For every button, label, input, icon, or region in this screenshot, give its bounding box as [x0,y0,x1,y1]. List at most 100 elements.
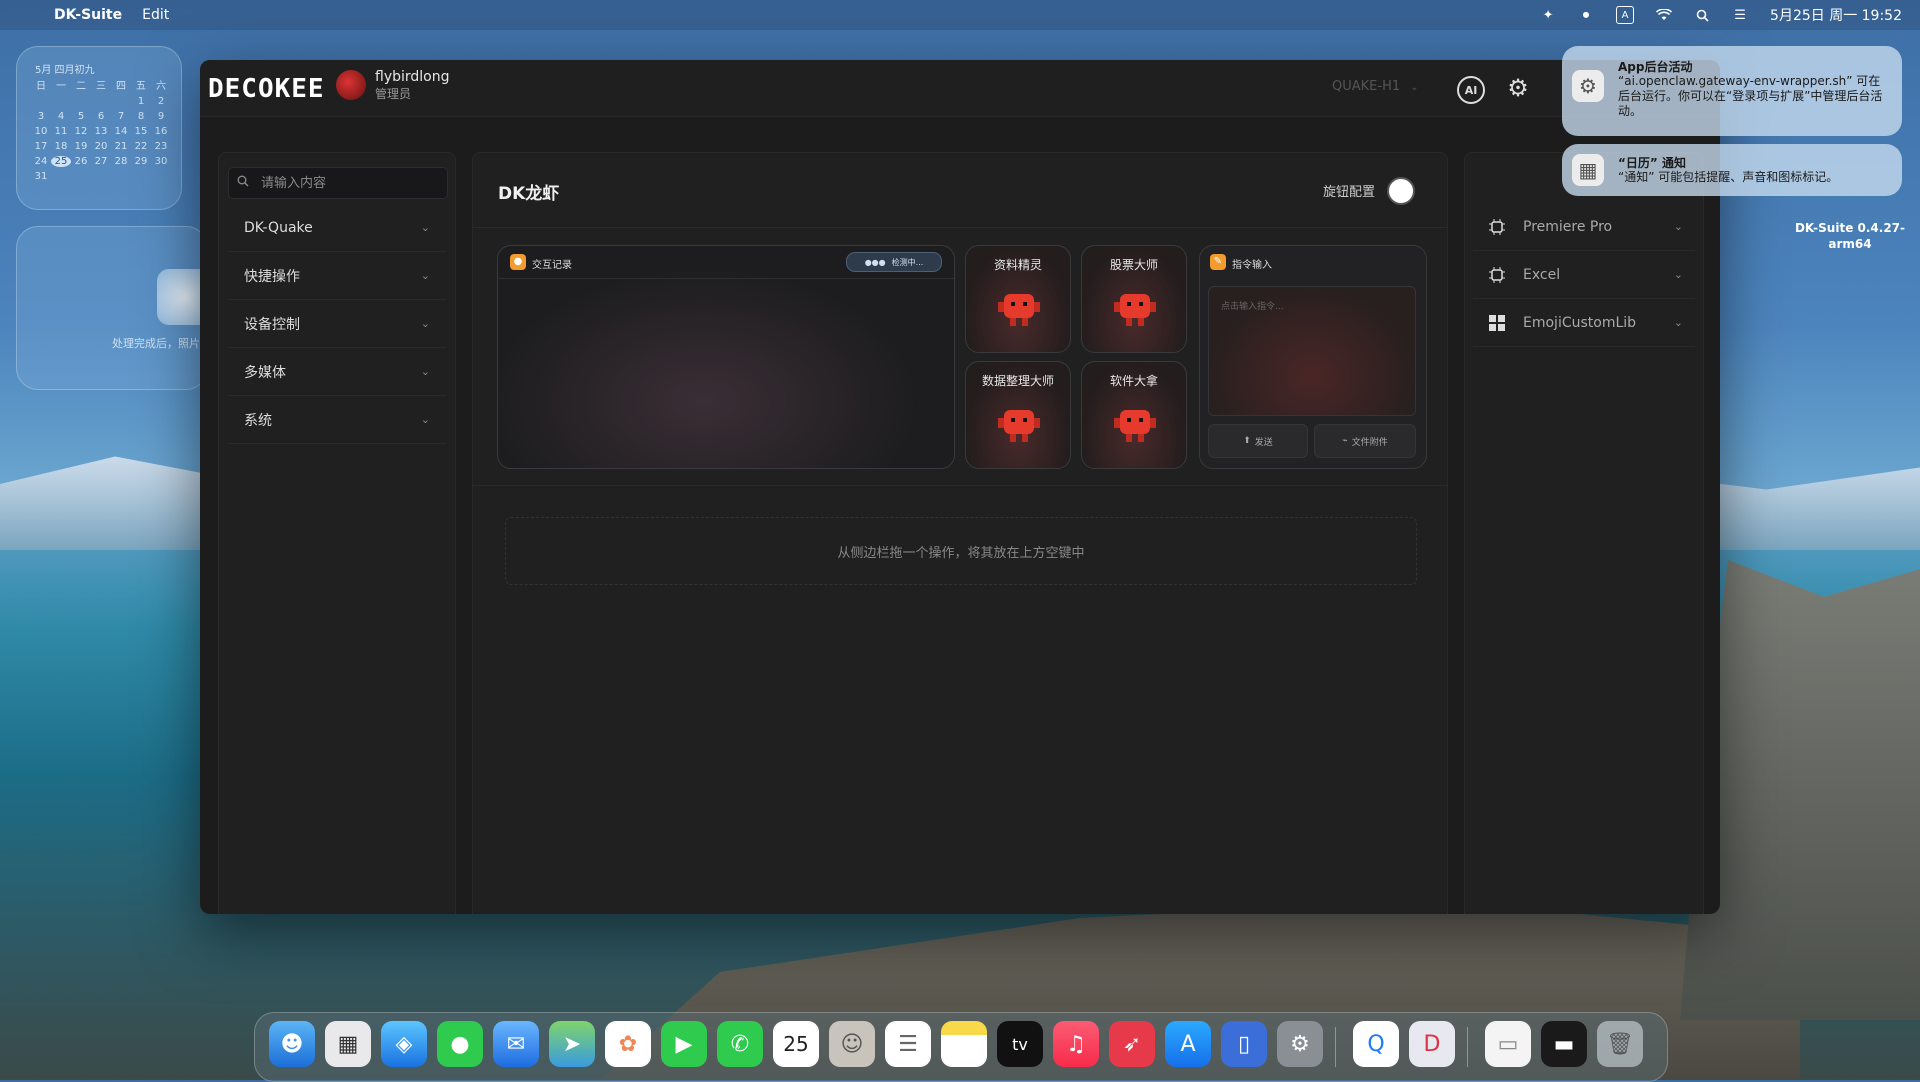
notification-calendar[interactable]: ▦ “日历” 通知 “通知” 可能包括提醒、声音和图标标记。 [1562,144,1902,196]
calendar-widget[interactable]: 5月 四月初九 日一二三四五六 1 2 3 4 5 6 7 8 9 10 11 12 13 14 15 16 17… [16,46,182,210]
calendar-weekday: 一 [56,81,66,92]
calendar-day: 9 [157,111,165,122]
device-selector[interactable]: QUAKE-H1 ⌄ [1332,79,1419,94]
sidebar-item-shortcuts[interactable]: 快捷操作 ⌄ [228,252,446,300]
app-item-excel[interactable]: Excel ⌄ [1473,251,1695,299]
calendar-day: 12 [74,126,88,137]
robot-icon [998,290,1040,328]
app-item-emojicustomlib[interactable]: EmojiCustomLib ⌄ [1473,299,1695,347]
iphone-mirroring-icon[interactable]: ▯ [1221,1021,1267,1067]
command-input-title: 指令输入 [1232,260,1272,271]
knob-config-button[interactable] [1387,177,1415,205]
dots-icon: ●●● [864,257,886,267]
key-slot-data-sprite[interactable]: 资料精灵 [965,245,1071,353]
notification-background-activity[interactable]: ⚙ App后台活动 “ai.openclaw.gateway-env-wrapp… [1562,46,1902,136]
calendar-day: 20 [94,141,108,152]
notification-body: “ai.openclaw.gateway-env-wrapper.sh” 可在后… [1618,74,1883,118]
notes-icon[interactable] [941,1021,987,1067]
calendar-day [31,96,51,107]
key-slot-stock-master[interactable]: 股票大师 [1081,245,1187,353]
search-input[interactable] [259,174,443,192]
key-slot-software-expert[interactable]: 软件大拿 [1081,361,1187,469]
notification-body: “通知” 可能包括提醒、声音和图标标记。 [1618,170,1839,184]
chevron-down-icon: ⌄ [420,413,430,426]
dk-suite-status-icon[interactable]: ✦ [1540,7,1556,23]
sidebar-item-dk-quake[interactable]: DK-Quake ⌄ [228,204,446,252]
rocket-icon[interactable]: ➶ [1109,1021,1155,1067]
sidebar-item-system[interactable]: 系统 ⌄ [228,396,446,444]
calendar-day: 19 [74,141,88,152]
main-panel: DK龙虾 旋钮配置 ● 交互记录 ●●● 检测中... 资料精灵 股票大师 数据… [472,152,1448,914]
decokee-logo: DECOKEE [208,74,325,104]
avatar[interactable] [336,70,366,100]
attach-file-button[interactable]: ⌁ 文件附件 [1314,424,1416,458]
menu-app-name[interactable]: DK-Suite [54,7,122,23]
ai-button[interactable]: AI [1457,76,1485,104]
system-settings-icon[interactable]: ⚙ [1277,1021,1323,1067]
dock-separator [1335,1027,1336,1067]
calendar-day: 31 [34,171,48,182]
photo-widget-text: 处理完成后，照片 [112,337,200,350]
launchpad-icon[interactable]: ▦ [325,1021,371,1067]
user-role: 管理员 [375,87,412,101]
photo-widget[interactable]: 处理完成后，照片 [16,226,213,390]
maps-icon[interactable]: ➤ [549,1021,595,1067]
drop-zone[interactable]: 从侧边栏拖一个操作，将其放在上方空键中 [505,517,1417,585]
safari-icon[interactable]: ◈ [381,1021,427,1067]
left-sidebar: DK-Quake ⌄ 快捷操作 ⌄ 设备控制 ⌄ 多媒体 ⌄ 系统 ⌄ [218,152,456,914]
record-icon[interactable]: ⏺ [1578,7,1594,23]
facetime-icon[interactable]: ▶ [661,1021,707,1067]
send-button[interactable]: ⬆ 发送 [1208,424,1308,458]
reminders-icon[interactable]: ☰ [885,1021,931,1067]
calendar-icon[interactable]: 25 [773,1021,819,1067]
status-badge-text: 检测中... [891,257,924,267]
chip-icon [1487,265,1507,285]
calendar-weekday: 六 [156,81,166,92]
sidebar-item-multimedia[interactable]: 多媒体 ⌄ [228,348,446,396]
chevron-down-icon: ⌄ [420,221,430,234]
calendar-day: 7 [117,111,125,122]
calendar-day: 1 [137,96,145,107]
calendar-day: 18 [54,141,68,152]
messages-icon[interactable]: ● [437,1021,483,1067]
mail-icon[interactable]: ✉ [493,1021,539,1067]
chevron-down-icon: ⌄ [1673,220,1683,233]
calendar-day: 27 [94,156,108,167]
command-input-field[interactable]: 点击输入指令... [1208,286,1416,416]
chevron-down-icon: ⌄ [1410,82,1419,93]
music-icon[interactable]: ♫ [1053,1021,1099,1067]
calendar-day: 14 [114,126,128,137]
dk-suite-icon[interactable]: D [1409,1021,1455,1067]
quickq-icon[interactable]: Q [1353,1021,1399,1067]
trash-icon[interactable]: 🗑 [1597,1021,1643,1067]
calendar-day: 13 [94,126,108,137]
app-item-label: Excel [1523,266,1561,283]
gear-icon: ⚙ [1572,70,1604,102]
wifi-icon[interactable] [1656,7,1673,23]
right-panel: Premiere Pro ⌄ Excel ⌄ EmojiCustomLib ⌄ [1464,152,1704,914]
key-slot-data-organizer[interactable]: 数据整理大师 [965,361,1071,469]
document-icon[interactable]: ▭ [1485,1021,1531,1067]
terminal-icon[interactable]: ▬ [1541,1021,1587,1067]
chevron-down-icon: ⌄ [420,317,430,330]
menu-edit[interactable]: Edit [142,7,169,23]
spotlight-search-icon[interactable] [1694,7,1710,23]
finder-icon[interactable]: ☻ [269,1021,315,1067]
gear-icon[interactable]: ⚙ [1504,74,1532,102]
input-source-icon[interactable]: A [1616,6,1635,24]
sidebar-item-device-control[interactable]: 设备控制 ⌄ [228,300,446,348]
tv-icon[interactable]: tv [997,1021,1043,1067]
menu-bar-clock[interactable]: 5月25日 周一 19:52 [1770,5,1902,25]
interaction-log-title: 交互记录 [532,260,572,271]
search-icon [237,175,251,191]
sidebar-search [228,167,448,199]
app-item-premiere-pro[interactable]: Premiere Pro ⌄ [1473,203,1695,251]
photos-icon[interactable]: ✿ [605,1021,651,1067]
command-input-panel: ✎ 指令输入 点击输入指令... ⬆ 发送 ⌁ 文件附件 [1199,245,1427,469]
phone-icon[interactable]: ✆ [717,1021,763,1067]
version-line-1: DK-Suite 0.4.27- [1794,221,1906,235]
contacts-icon[interactable]: ☺ [829,1021,875,1067]
control-center-icon[interactable]: ☰ [1732,7,1748,23]
interaction-log-panel[interactable]: ● 交互记录 ●●● 检测中... [497,245,955,469]
app-store-icon[interactable]: A [1165,1021,1211,1067]
